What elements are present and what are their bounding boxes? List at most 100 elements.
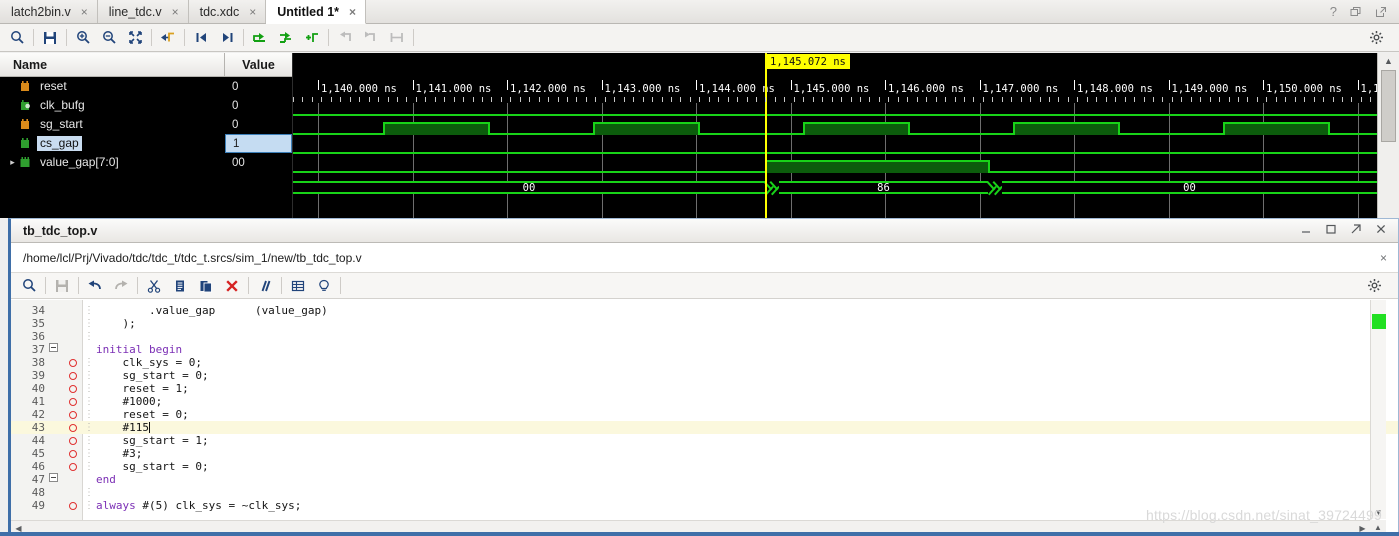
breakpoint-icon[interactable] — [62, 384, 83, 393]
code-line[interactable]: 46 ⋮ sg_start = 0; — [11, 460, 1398, 473]
breakpoint-icon[interactable] — [62, 501, 83, 510]
float-icon[interactable] — [1350, 223, 1362, 238]
highlight-icon[interactable] — [311, 274, 337, 298]
signal-value[interactable]: 0 — [225, 96, 292, 115]
measure-icon[interactable] — [384, 26, 410, 50]
signal-row-value-gap[interactable]: ▸ value_gap[7:0] 00 — [0, 153, 292, 172]
detach-icon[interactable] — [1375, 6, 1387, 18]
close-icon[interactable]: × — [1380, 251, 1398, 265]
indent-guide: ⋮ — [84, 357, 94, 368]
zoom-in-icon[interactable] — [70, 26, 96, 50]
undo-icon[interactable] — [82, 274, 108, 298]
chevron-right-icon[interactable]: ▸ — [6, 157, 19, 168]
signal-name: value_gap[7:0] — [40, 155, 119, 169]
remove-marker-icon[interactable] — [273, 26, 299, 50]
indent-icon[interactable] — [285, 274, 311, 298]
breakpoint-icon[interactable] — [62, 358, 83, 367]
signal-value[interactable]: 0 — [225, 77, 292, 96]
line-number: 38 — [31, 356, 45, 369]
delete-icon[interactable] — [219, 274, 245, 298]
close-icon[interactable]: × — [249, 6, 256, 18]
code-line[interactable]: 34 ⋮ .value_gap (value_gap) — [11, 304, 1398, 317]
gear-icon[interactable] — [1363, 26, 1389, 50]
code-line[interactable]: 41 ⋮ #1000; — [11, 395, 1398, 408]
fold-toggle-icon[interactable] — [45, 343, 62, 356]
goto-time-icon[interactable] — [155, 26, 181, 50]
code-line[interactable]: 38 ⋮ clk_sys = 0; — [11, 356, 1398, 369]
next-marker-icon[interactable] — [358, 26, 384, 50]
scroll-up-icon[interactable]: ▲ — [1378, 53, 1399, 69]
maximize-icon[interactable] — [1325, 223, 1337, 238]
code-line[interactable]: 43 ⋮ #115 — [11, 421, 1398, 434]
add-marker-icon[interactable] — [247, 26, 273, 50]
tab-tdc-xdc[interactable]: tdc.xdc × — [188, 0, 267, 23]
breakpoint-icon[interactable] — [62, 397, 83, 406]
next-transition-icon[interactable] — [214, 26, 240, 50]
editor-vertical-scrollbar[interactable]: ▼ — [1370, 300, 1386, 519]
breakpoint-icon[interactable] — [62, 423, 83, 432]
editor-title-bar[interactable]: tb_tdc_top.v — [11, 219, 1398, 243]
zoom-fit-icon[interactable] — [122, 26, 148, 50]
tab-line-tdc[interactable]: line_tdc.v × — [97, 0, 189, 23]
code-line[interactable]: 36 ⋮ — [11, 330, 1398, 343]
signal-value[interactable]: 1 — [225, 134, 292, 153]
signal-row-reset[interactable]: reset 0 — [0, 77, 292, 96]
scrollbar-thumb[interactable] — [1381, 70, 1396, 142]
minor-tick — [1144, 97, 1145, 102]
breakpoint-icon[interactable] — [62, 436, 83, 445]
waveform-vertical-scrollbar[interactable]: ▲ — [1377, 53, 1399, 218]
code-line[interactable]: 42 ⋮ reset = 0; — [11, 408, 1398, 421]
minor-tick — [794, 97, 795, 102]
code-line[interactable]: 47 end — [11, 473, 1398, 486]
signal-value[interactable]: 0 — [225, 115, 292, 134]
close-icon[interactable]: × — [349, 6, 356, 18]
minimize-icon[interactable] — [1300, 223, 1312, 238]
name-column-header[interactable]: Name — [0, 53, 225, 76]
code-line[interactable]: 35 ⋮ ); — [11, 317, 1398, 330]
search-icon[interactable] — [4, 26, 30, 50]
comment-icon[interactable] — [252, 274, 278, 298]
signal-row-cs-gap[interactable]: cs_gap 1 — [0, 134, 292, 153]
breakpoint-icon[interactable] — [62, 371, 83, 380]
paste-icon[interactable] — [193, 274, 219, 298]
cut-icon[interactable] — [141, 274, 167, 298]
breakpoint-icon[interactable] — [62, 449, 83, 458]
find-icon[interactable] — [16, 274, 42, 298]
code-line[interactable]: 45 ⋮ #3; — [11, 447, 1398, 460]
scroll-down-icon[interactable]: ▼ — [1371, 505, 1386, 519]
close-icon[interactable]: × — [172, 6, 179, 18]
previous-transition-icon[interactable] — [188, 26, 214, 50]
zoom-out-icon[interactable] — [96, 26, 122, 50]
add-divider-icon[interactable] — [299, 26, 325, 50]
close-icon[interactable]: × — [81, 6, 88, 18]
close-icon[interactable] — [1375, 223, 1387, 238]
signal-row-clk-bufg[interactable]: clk_bufg 0 — [0, 96, 292, 115]
breakpoint-icon[interactable] — [62, 410, 83, 419]
cursor-marker-line[interactable] — [765, 53, 767, 218]
minor-tick — [350, 97, 351, 102]
previous-marker-icon[interactable] — [332, 26, 358, 50]
restore-icon[interactable] — [1350, 6, 1362, 18]
code-line[interactable]: 39 ⋮ sg_start = 0; — [11, 369, 1398, 382]
waveform-canvas[interactable]: 1,140.000 ns 1,141.000 ns 1,142.000 ns 1,14… — [293, 53, 1377, 218]
minor-tick — [473, 97, 474, 102]
code-line[interactable]: 40 ⋮ reset = 1; — [11, 382, 1398, 395]
minor-tick — [510, 97, 511, 102]
code-line[interactable]: 49 ⋮ always #(5) clk_sys = ~clk_sys; — [11, 499, 1398, 512]
tab-latch2bin[interactable]: latch2bin.v × — [0, 0, 98, 23]
fold-toggle-icon[interactable] — [45, 473, 62, 486]
code-line[interactable]: 48 ⋮ — [11, 486, 1398, 499]
breakpoint-icon[interactable] — [62, 462, 83, 471]
help-icon[interactable]: ? — [1330, 4, 1337, 19]
copy-icon[interactable] — [167, 274, 193, 298]
code-editor-area[interactable]: 34 ⋮ .value_gap (value_gap) 35 ⋮ ); 36 ⋮ 37 ini… — [11, 300, 1398, 535]
signal-row-sg-start[interactable]: sg_start 0 — [0, 115, 292, 134]
code-line[interactable]: 44 ⋮ sg_start = 1; — [11, 434, 1398, 447]
value-column-header[interactable]: Value — [225, 58, 292, 72]
save-icon[interactable] — [37, 26, 63, 50]
tab-untitled-1[interactable]: Untitled 1* × — [266, 0, 367, 24]
signal-value[interactable]: 00 — [225, 153, 292, 172]
time-tick-label: 1,151.000 ns — [1360, 83, 1378, 95]
gear-icon[interactable] — [1361, 274, 1387, 298]
code-line[interactable]: 37 initial begin — [11, 343, 1398, 356]
